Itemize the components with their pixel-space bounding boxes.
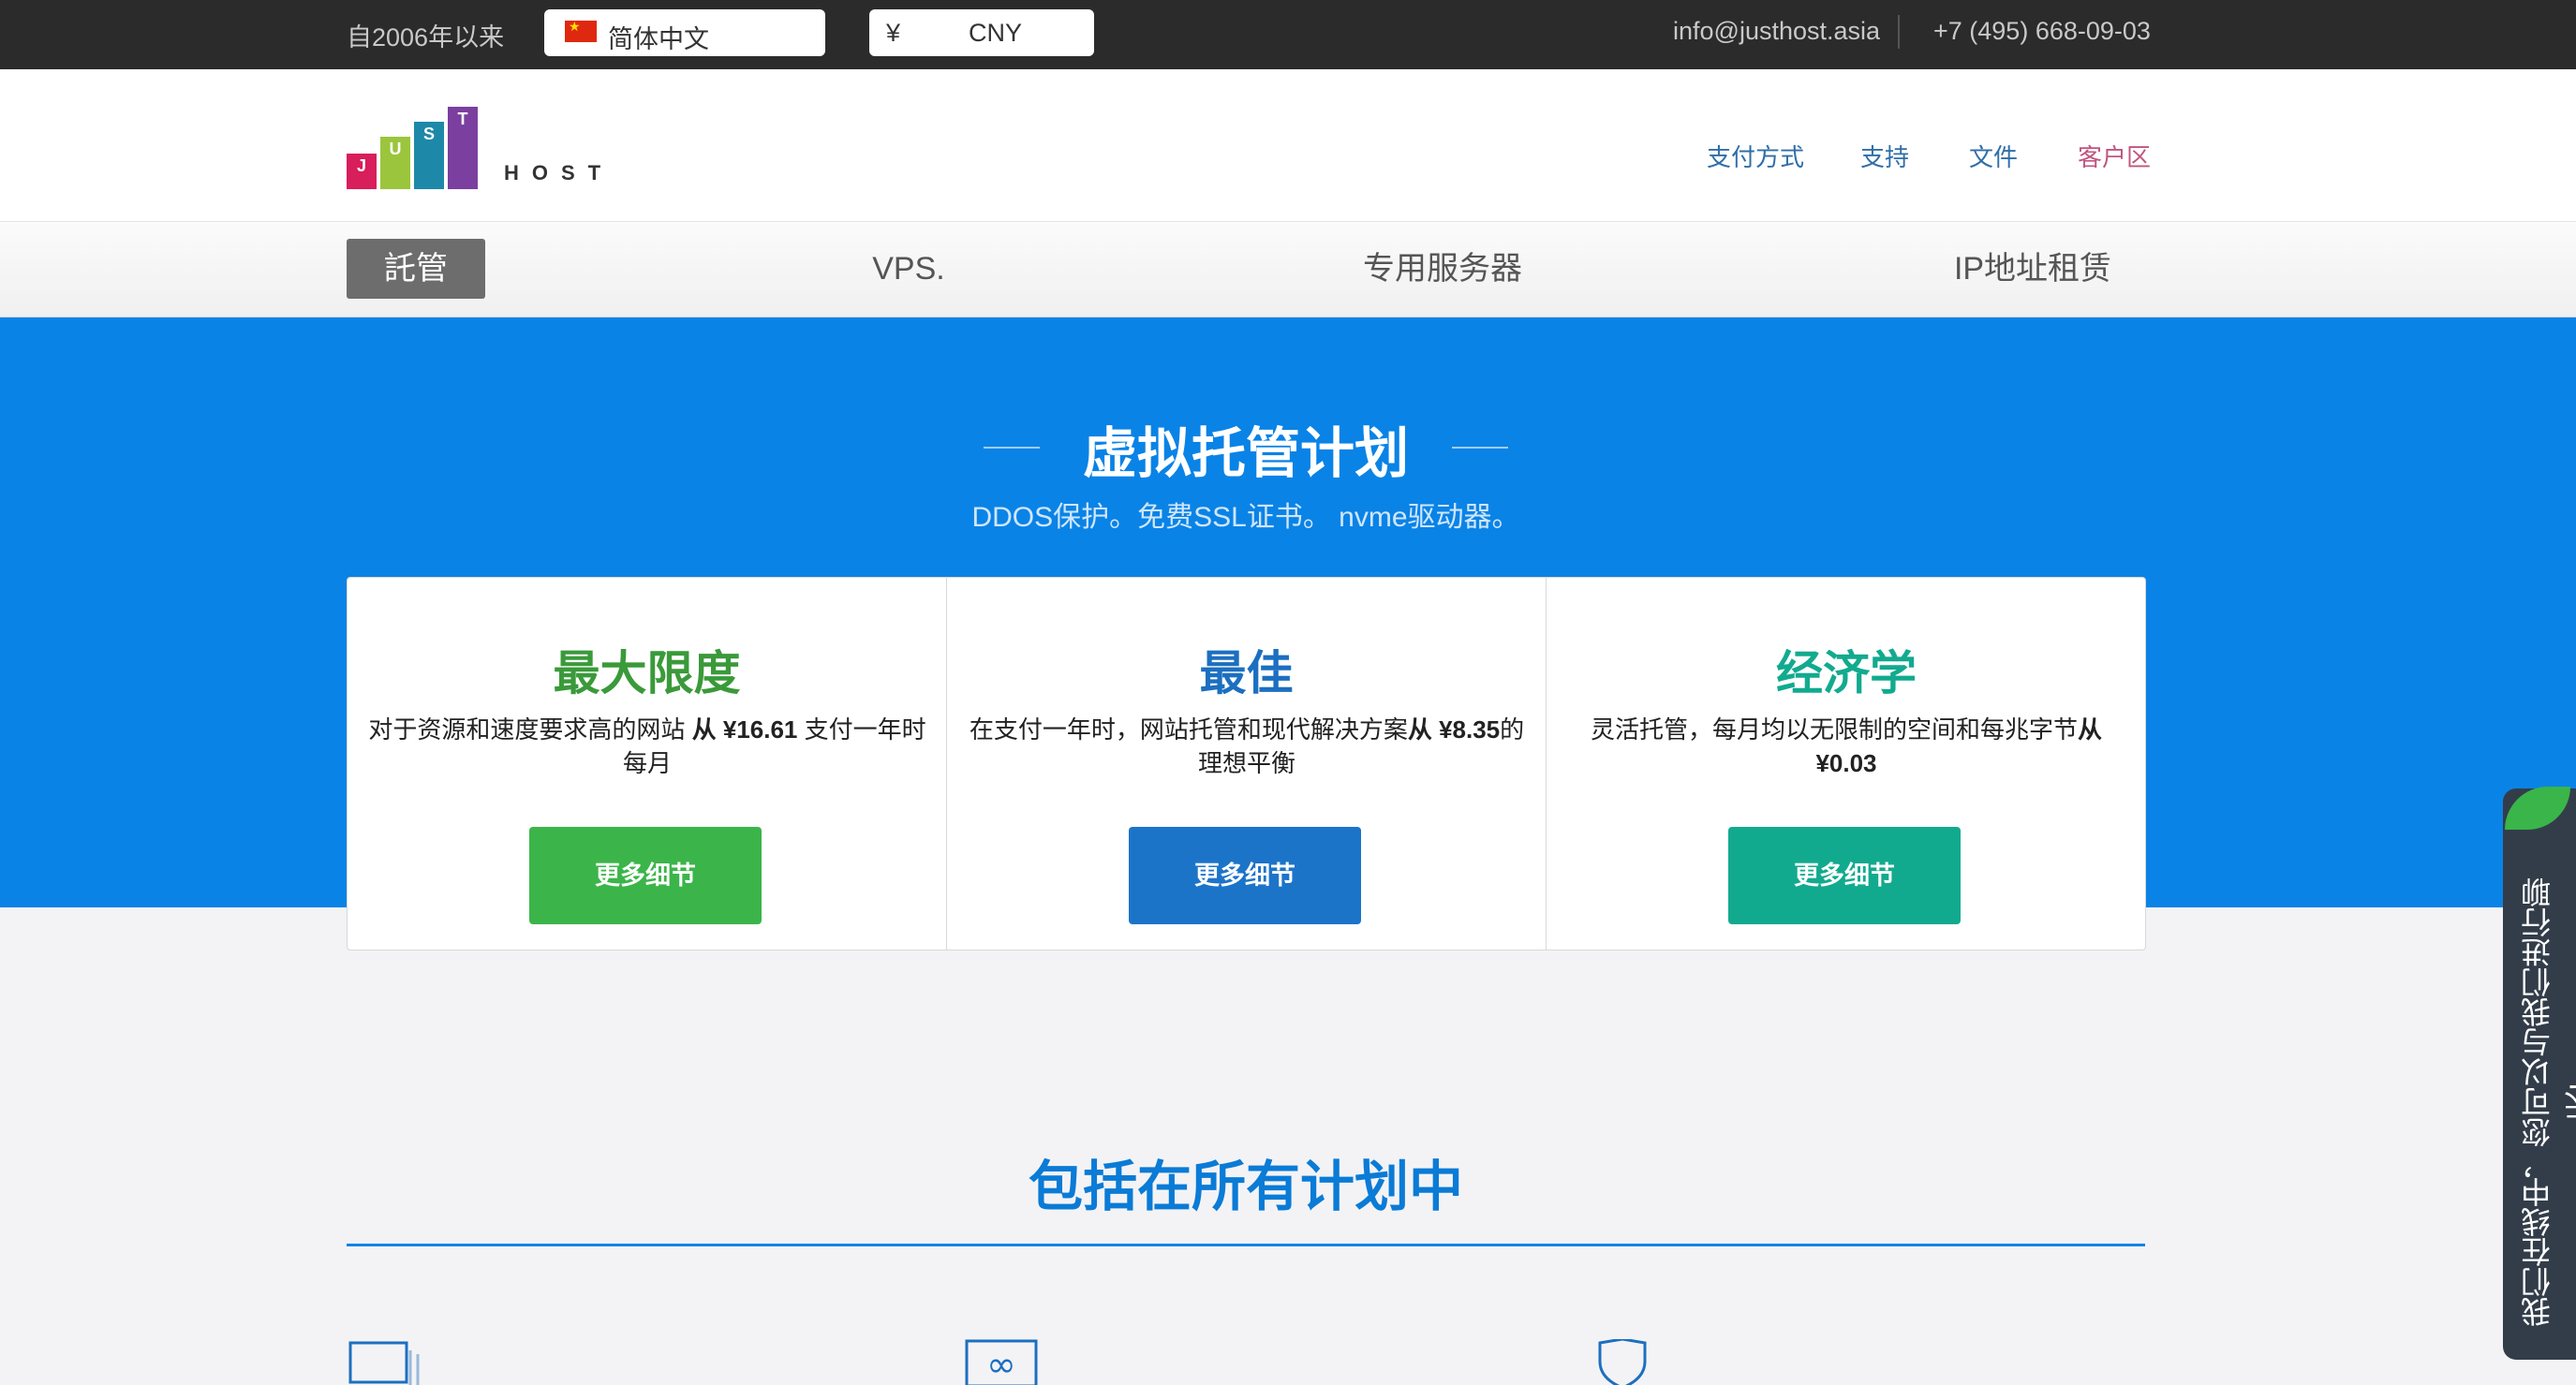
contact-phone-link[interactable]: +7 (495) 668-09-03 — [1933, 17, 2151, 46]
plan-description: 对于资源和速度要求高的网站 从 ¥16.61 支付一年时每月 — [368, 715, 926, 777]
included-section-divider — [347, 1244, 2145, 1246]
hero-title: 虚拟托管计划 — [1082, 423, 1409, 484]
plan-name: 经济学 — [1776, 647, 1917, 700]
plan-cards: 最大限度 对于资源和速度要求高的网站 从 ¥16.61 支付一年时每月 更多细节… — [347, 577, 2146, 950]
top-bar: 自2006年以来 ★ 简体中文 ¥ CNY info@justhost.asia… — [0, 0, 2576, 69]
language-label: 简体中文 — [608, 25, 709, 53]
logo-letter-t: T — [448, 107, 478, 189]
plan-card-economy: 经济学 灵活托管，每月均以无限制的空间和每兆字节从 ¥0.03 更多细节 — [1547, 578, 2146, 950]
tab-hosting[interactable]: 託管 — [347, 239, 485, 299]
logo-letter-u: U — [380, 137, 410, 189]
currency-symbol: ¥ — [886, 19, 901, 47]
plan-description: 在支付一年时，网站托管和现代解决方案从 ¥8.35的理想平衡 — [969, 715, 1525, 777]
plan-name: 最佳 — [1199, 647, 1294, 700]
included-section-title: 包括在所有计划中 — [1028, 1157, 1463, 1217]
plan-details-button[interactable]: 更多细节 — [529, 827, 762, 924]
product-tabs: 託管 VPS. 专用服务器 IP地址租赁 — [0, 222, 2576, 317]
plan-card-optimal: 最佳 在支付一年时，网站托管和现代解决方案从 ¥8.35的理想平衡 更多细节 — [947, 578, 1547, 950]
svg-text:∞: ∞ — [986, 1344, 1016, 1385]
shield-icon — [1598, 1339, 1647, 1385]
tab-ip-rental[interactable]: IP地址租赁 — [1939, 239, 2126, 299]
chat-invite-text: 我们在线中，您可以与我们进行聊天! — [2521, 877, 2576, 1327]
nav-support[interactable]: 支持 — [1860, 139, 1909, 173]
contact-email-link[interactable]: info@justhost.asia — [1673, 17, 1880, 46]
hero-title-line-right — [1452, 447, 1508, 449]
hero-subtitle: DDOS保护。免费SSL证书。 nvme驱动器。 — [971, 502, 1520, 533]
live-chat-widget[interactable]: 我们在线中，您可以与我们进行聊天! — [2503, 787, 2576, 1360]
disk-space-icon — [348, 1341, 420, 1385]
currency-select[interactable]: ¥ CNY — [869, 9, 1094, 56]
plan-details-button[interactable]: 更多细节 — [1129, 827, 1361, 924]
logo-letter-j: J — [347, 154, 377, 189]
since-text: 自2006年以来 — [347, 23, 505, 52]
topbar-divider — [1898, 15, 1900, 49]
currency-label: CNY — [969, 19, 1023, 47]
plan-description: 灵活托管，每月均以无限制的空间和每兆字节从 ¥0.03 — [1590, 715, 2103, 777]
infinity-icon: ∞ — [965, 1339, 1038, 1385]
language-select[interactable]: ★ 简体中文 — [544, 9, 825, 56]
site-header: J U S T HOST 支付方式 支持 文件 客户区 — [0, 69, 2576, 222]
nav-documents[interactable]: 文件 — [1969, 139, 2018, 173]
tab-dedicated-servers[interactable]: 专用服务器 — [1349, 239, 1536, 299]
china-flag-icon: ★ — [565, 19, 597, 42]
plan-card-maximum: 最大限度 对于资源和速度要求高的网站 从 ¥16.61 支付一年时每月 更多细节 — [348, 578, 947, 950]
nav-client-area[interactable]: 客户区 — [2078, 139, 2151, 173]
logo-host-text: HOST — [504, 161, 614, 184]
justhost-logo[interactable]: J U S T HOST — [347, 105, 600, 189]
plan-details-button[interactable]: 更多细节 — [1728, 827, 1961, 924]
logo-letter-s: S — [414, 122, 444, 189]
tab-vps[interactable]: VPS. — [843, 239, 974, 299]
leaf-icon — [2505, 787, 2570, 830]
nav-payment-methods[interactable]: 支付方式 — [1707, 139, 1804, 173]
plan-name: 最大限度 — [553, 647, 741, 700]
